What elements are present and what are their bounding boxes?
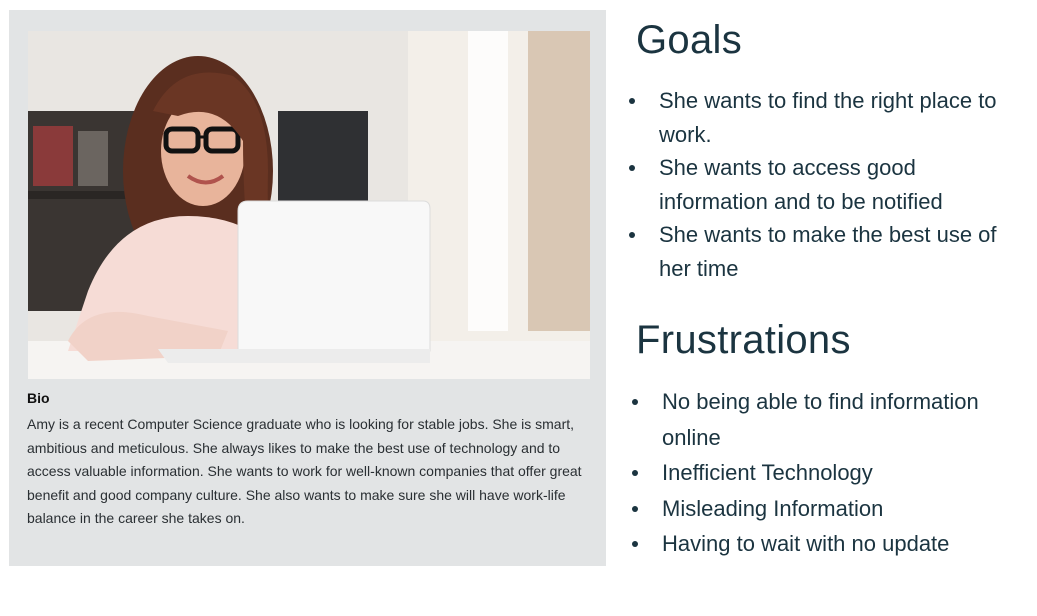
bullet-icon (629, 98, 635, 104)
bio-title: Bio (27, 390, 50, 406)
list-item: She wants to make the best use of her ti… (629, 218, 1009, 285)
frustrations-list: No being able to find information online… (632, 384, 1032, 562)
list-item: No being able to find information online (632, 384, 1032, 455)
list-item: Having to wait with no update (632, 526, 1032, 562)
goal-text: She wants to access good information and… (659, 155, 943, 214)
bullet-icon (632, 541, 638, 547)
list-item: She wants to find the right place to wor… (629, 84, 1009, 151)
frustration-text: Inefficient Technology (662, 460, 873, 485)
persona-card: Bio Amy is a recent Computer Science gra… (9, 10, 606, 566)
bullet-icon (632, 470, 638, 476)
goals-list: She wants to find the right place to wor… (629, 84, 1009, 285)
list-item: Inefficient Technology (632, 455, 1032, 491)
goals-title: Goals (636, 18, 742, 62)
frustrations-title: Frustrations (636, 318, 851, 362)
list-item: She wants to access good information and… (629, 151, 1009, 218)
frustration-text: Having to wait with no update (662, 531, 950, 556)
bio-text: Amy is a recent Computer Science graduat… (27, 416, 582, 526)
frustration-text: Misleading Information (662, 495, 884, 521)
bullet-icon (629, 232, 635, 238)
list-item: Misleading Information (632, 491, 1032, 527)
bullet-icon (629, 165, 635, 171)
goal-text: She wants to find the right place to wor… (659, 88, 997, 147)
goal-text: She wants to make the best use of her ti… (659, 222, 997, 281)
persona-photo-image (28, 31, 590, 379)
bullet-icon (632, 399, 638, 405)
bullet-icon (632, 505, 638, 512)
frustration-text: No being able to find information online (662, 389, 979, 450)
persona-photo (28, 31, 590, 379)
